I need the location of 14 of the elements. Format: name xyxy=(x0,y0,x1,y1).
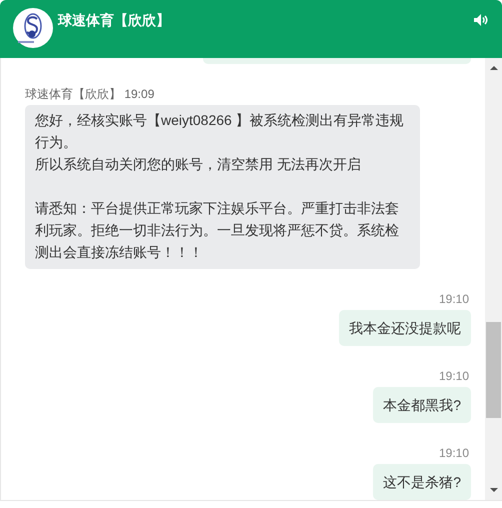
message-bubble: 这不是杀猪? xyxy=(373,464,471,500)
logo-icon xyxy=(13,8,53,48)
message-bubble: 本金都黑我? xyxy=(373,387,471,423)
speaker-icon[interactable] xyxy=(474,14,488,26)
message-bubble: 我本金还没提款呢 xyxy=(339,310,471,346)
scrollbar[interactable] xyxy=(485,58,502,500)
message-text: 您好，经核实账号【weiyt08266 】被系统检测出有异常违规行为。 xyxy=(35,111,405,152)
message-time: 19:10 xyxy=(438,445,469,461)
message-text: 请悉知：平台提供正常玩家下注娱乐平台。严重打击非法套利玩家。拒绝一切非法行为。一旦发现将严惩不贷。系统检测出会直接冻结账号！！！ xyxy=(35,199,400,262)
sender-line: 球速体育【欣欣】 19:09 xyxy=(25,86,154,102)
message-time: 19:10 xyxy=(438,368,469,384)
message-time: 19:10 xyxy=(438,291,469,307)
message-text: 所以系统自动关闭您的账号，清空禁用 无法再次开启 xyxy=(35,155,362,174)
chat-title: 球速体育【欣欣】 xyxy=(58,12,171,30)
